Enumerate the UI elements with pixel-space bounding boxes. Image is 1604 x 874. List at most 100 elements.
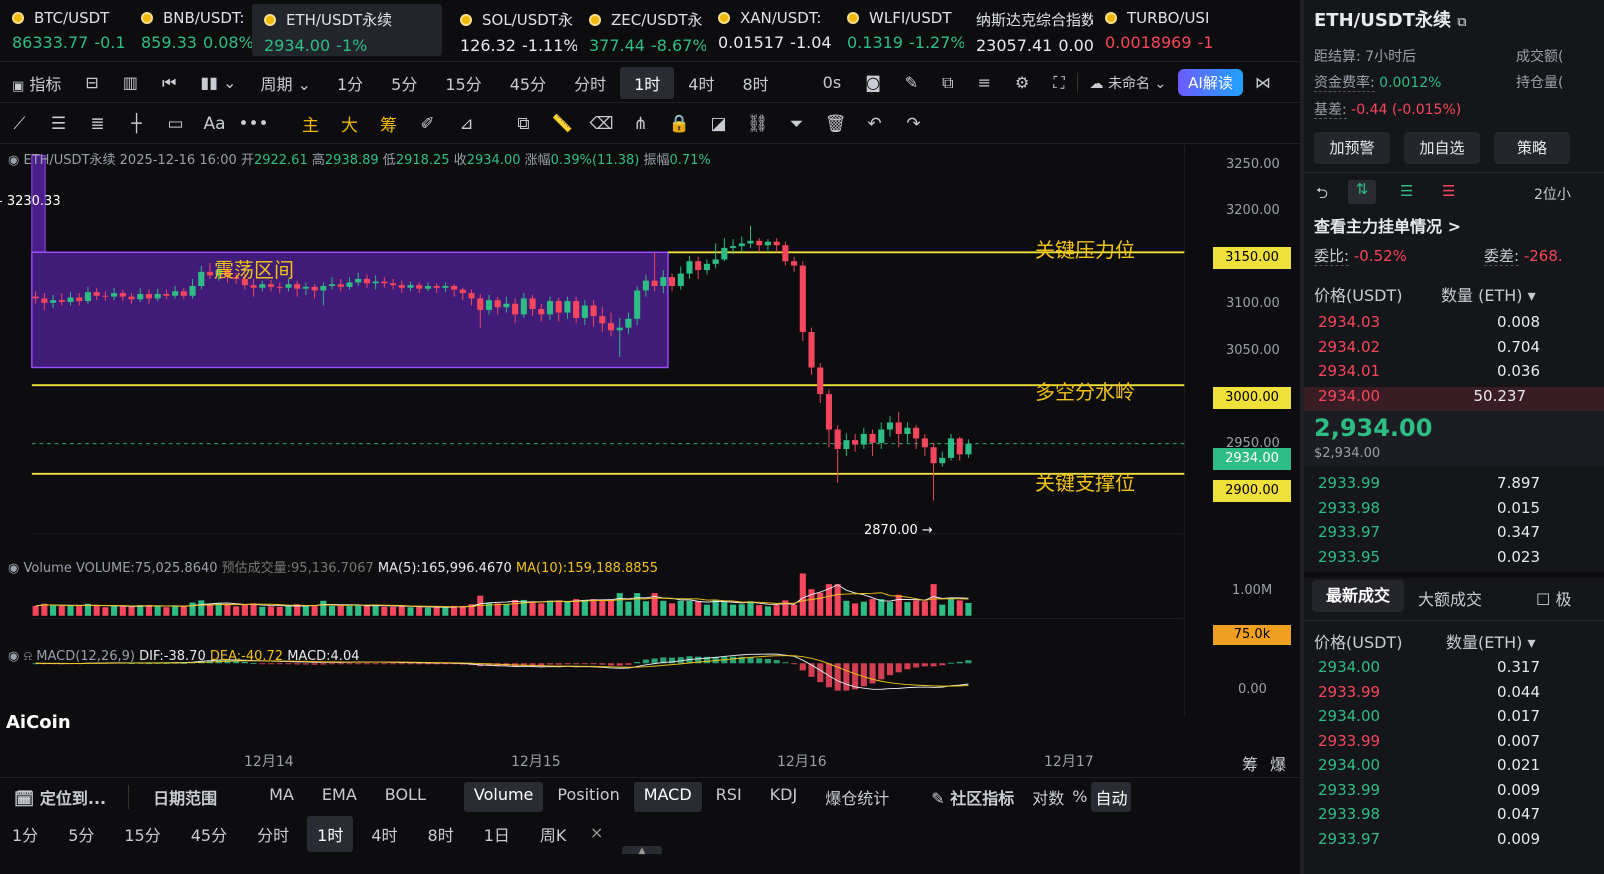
close-icon[interactable]: ×: [590, 823, 603, 842]
layout-name-dropdown[interactable]: ☁ 未命名 ⌄: [1076, 72, 1179, 93]
indicator-tab-4[interactable]: Position: [543, 782, 633, 812]
indicator-tab-5[interactable]: MACD: [633, 781, 702, 812]
crosshair-line-icon[interactable]: ┼: [117, 114, 156, 134]
orderbook-bids-icon[interactable]: ☰: [1400, 182, 1413, 200]
timeframe-7[interactable]: 8时: [728, 67, 782, 99]
bottom-timeframe-0[interactable]: 1分: [0, 816, 50, 852]
indicator-tab-6[interactable]: RSI: [702, 782, 756, 812]
indicator-tab-7[interactable]: KDJ: [756, 782, 812, 812]
bottom-timeframe-8[interactable]: 1日: [472, 816, 522, 852]
col-qty-header[interactable]: 数量 (ETH) ▾: [1441, 282, 1536, 306]
period-dropdown[interactable]: 周期 ⌄: [248, 71, 323, 95]
share-icon[interactable]: ⋈: [1243, 73, 1283, 92]
chip-toggle[interactable]: 筹: [369, 111, 408, 136]
replay-icon[interactable]: ⏮: [150, 73, 188, 93]
add-alert-button[interactable]: 加预警: [1314, 132, 1390, 164]
orderbook-row[interactable]: 2933.97 0.009: [1318, 830, 1604, 854]
orderbook-row[interactable]: 2934.02 0.704: [1318, 338, 1604, 362]
community-indicator-button[interactable]: ✎ 社区指标: [917, 785, 1028, 809]
ticker-item[interactable]: SOL/USDT永 126.32 -1.11%: [448, 0, 577, 62]
ticker-item[interactable]: 纳斯达克综合指数 23057.41 0.00: [964, 0, 1093, 62]
orderbook-row[interactable]: 2934.01 0.036: [1318, 362, 1604, 386]
indicator-button[interactable]: ▣ 指标: [0, 71, 73, 95]
big-order-toggle[interactable]: 大: [330, 111, 369, 136]
percent-scale-button[interactable]: %: [1068, 787, 1091, 806]
log-scale-button[interactable]: 对数: [1028, 785, 1068, 809]
orderbook-row[interactable]: 2933.95 0.023: [1318, 548, 1604, 572]
trendline-icon[interactable]: ⟋: [0, 114, 39, 134]
timeframe-2[interactable]: 15分: [431, 67, 495, 99]
extra-checkbox[interactable]: ☐ 极: [1536, 586, 1571, 610]
indicator-tab-1[interactable]: EMA: [308, 782, 371, 812]
axis-burst-button[interactable]: 爆: [1270, 751, 1286, 775]
timeframe-0[interactable]: 1分: [323, 67, 377, 99]
depth-link[interactable]: 查看主力挂单情况 >: [1314, 213, 1461, 237]
bottom-timeframe-7[interactable]: 8时: [416, 816, 466, 852]
camera-icon[interactable]: ◙: [853, 73, 893, 92]
orderbook-row[interactable]: 2933.98 0.015: [1318, 499, 1604, 523]
tab-latest-trades[interactable]: 最新成交: [1312, 580, 1404, 612]
pencil-icon[interactable]: ✎: [893, 73, 930, 92]
eye-icon[interactable]: ◉: [8, 649, 19, 664]
date-range-button[interactable]: 日期范围: [128, 784, 231, 809]
precision-dropdown[interactable]: 2位小: [1534, 184, 1571, 204]
rectangle-icon[interactable]: ▭: [156, 114, 195, 134]
candle-type-icon[interactable]: ▮▮ ⌄: [188, 73, 248, 92]
orderbook-row[interactable]: 2933.99 0.009: [1318, 781, 1604, 805]
edit-draw-icon[interactable]: ✐: [408, 114, 447, 134]
bottom-timeframe-3[interactable]: 45分: [179, 816, 239, 852]
timeframe-3[interactable]: 45分: [496, 67, 560, 99]
tab-big-trades[interactable]: 大额成交: [1418, 586, 1482, 610]
ai-interpret-button[interactable]: AI解读: [1178, 69, 1243, 96]
lock-icon[interactable]: 🔒: [660, 114, 699, 134]
orderbook-row[interactable]: 2933.99 7.897: [1318, 474, 1604, 498]
copy-icon[interactable]: ⧉: [504, 114, 543, 134]
orderbook-row[interactable]: 2934.03 0.008: [1318, 313, 1604, 337]
orderbook-row[interactable]: 2933.98 0.047: [1318, 805, 1604, 829]
ticker-item[interactable]: BNB/USDT: 859.33 0.08%: [129, 0, 258, 62]
bottom-timeframe-2[interactable]: 15分: [112, 816, 172, 852]
bottom-timeframe-6[interactable]: 4时: [359, 816, 409, 852]
collapse-handle-icon[interactable]: ▲: [622, 846, 662, 856]
ticker-item[interactable]: TURBO/USI 0.0018969 -1: [1093, 0, 1222, 62]
bottom-timeframe-9[interactable]: 周K: [528, 816, 579, 852]
strategy-button[interactable]: 策略: [1494, 132, 1570, 164]
bottom-timeframe-1[interactable]: 5分: [56, 816, 106, 852]
ticker-item[interactable]: WLFI/USDT 0.1319 -1.27%: [835, 0, 964, 62]
window-icon[interactable]: ⧉: [930, 73, 965, 93]
grid-icon[interactable]: ▥: [111, 73, 150, 92]
visibility-icon[interactable]: ◪: [699, 114, 738, 134]
layout-icon[interactable]: ⊟: [73, 73, 110, 92]
ticker-item[interactable]: ETH/USDT永续 2934.00 -1%: [252, 4, 442, 56]
eye-icon[interactable]: ◉: [8, 153, 19, 168]
parallel-lines-icon[interactable]: ☰: [39, 114, 78, 134]
measure-icon[interactable]: ⊿: [447, 114, 486, 134]
fullscreen-icon[interactable]: ⛶: [1041, 73, 1076, 93]
list-icon[interactable]: ≡: [966, 73, 1003, 92]
orderbook-row[interactable]: 2933.97 0.347: [1318, 523, 1604, 547]
indicator-tab-0[interactable]: MA: [255, 782, 308, 812]
locate-button[interactable]: 🗓 定位到...: [0, 785, 120, 809]
axis-chip-button[interactable]: 筹: [1242, 751, 1258, 775]
orderbook-asks-icon[interactable]: ☰: [1442, 182, 1455, 200]
orderbook-split-icon[interactable]: ⇅: [1348, 180, 1376, 204]
filter-icon[interactable]: ⏷: [777, 114, 816, 134]
add-favorite-button[interactable]: 加自选: [1404, 132, 1480, 164]
trades-col-qty[interactable]: 数量(ETH) ▾: [1446, 629, 1536, 653]
text-tool-icon[interactable]: Aa: [195, 114, 234, 134]
undo-icon[interactable]: ↶: [855, 114, 894, 134]
settings-icon[interactable]: ⚙: [1003, 73, 1041, 92]
timeframe-6[interactable]: 4时: [674, 67, 728, 99]
orderbook-row[interactable]: 2934.00 0.017: [1318, 707, 1604, 731]
orderbook-row[interactable]: 2934.00 0.021: [1318, 756, 1604, 780]
orderbook-row[interactable]: 2934.00 50.237: [1304, 386, 1604, 411]
indicator-tab-2[interactable]: BOLL: [371, 782, 440, 812]
ticker-item[interactable]: XAN/USDT: 0.01517 -1.04: [706, 0, 835, 62]
timeframe-5[interactable]: 1时: [620, 66, 675, 99]
magnet-icon[interactable]: ⋔: [621, 114, 660, 134]
bell-icon[interactable]: ⍾: [23, 649, 32, 664]
bottom-timeframe-4[interactable]: 分时: [245, 816, 301, 852]
more-tools-icon[interactable]: •••: [234, 114, 273, 134]
bottom-timeframe-5[interactable]: 1时: [307, 816, 354, 852]
link-icon[interactable]: ⛓: [738, 114, 777, 134]
